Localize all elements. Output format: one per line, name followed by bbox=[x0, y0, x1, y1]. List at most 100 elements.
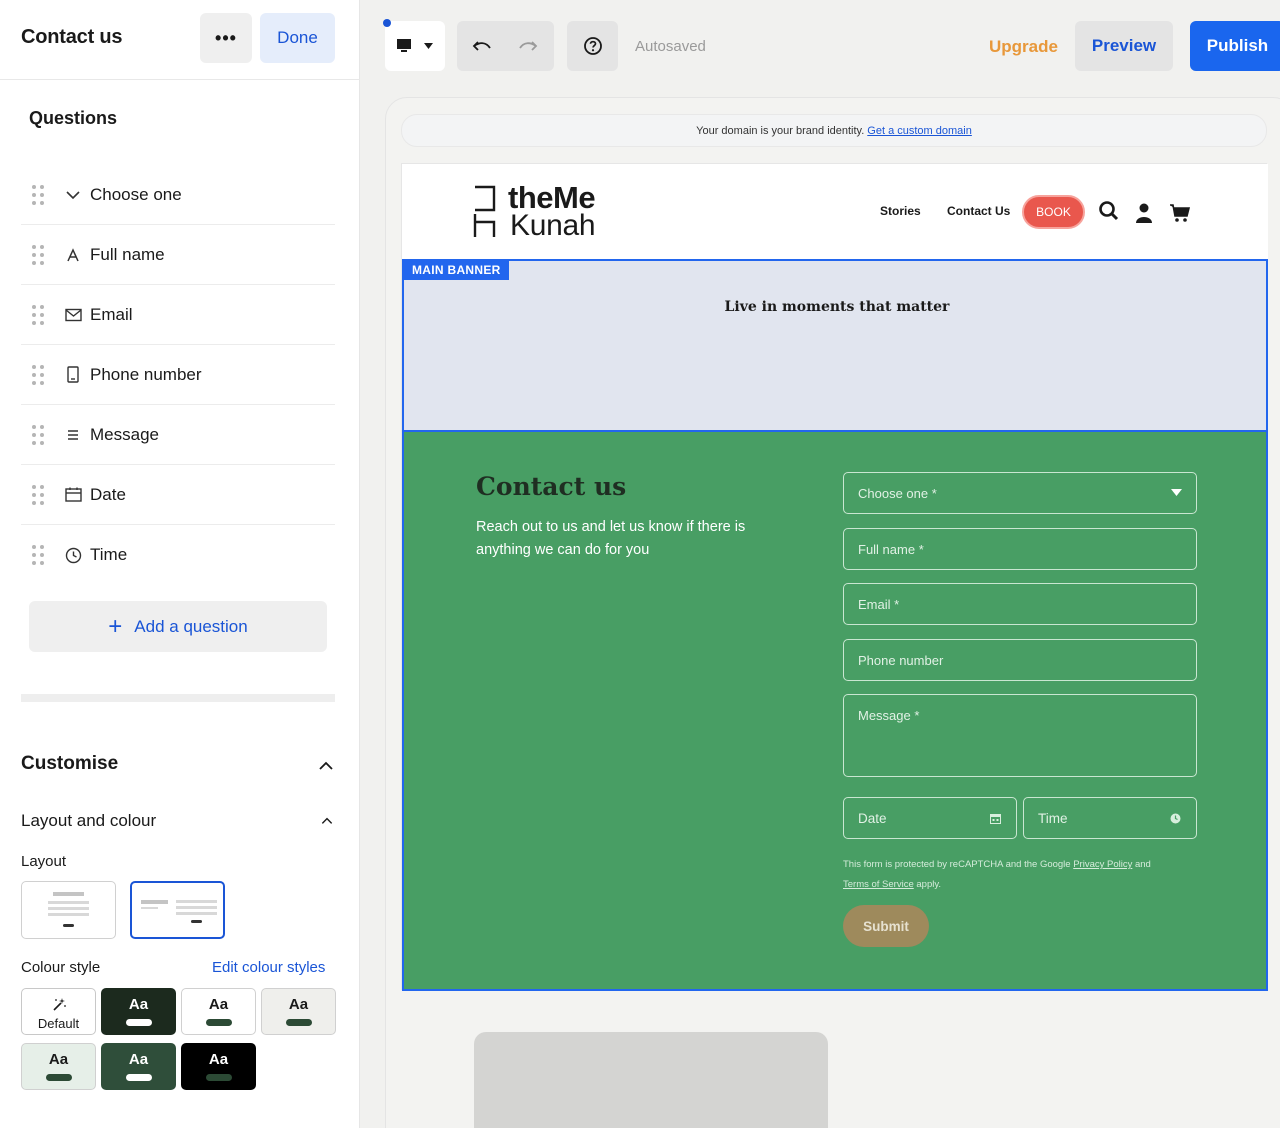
add-question-button[interactable]: + Add a question bbox=[29, 601, 327, 652]
sidebar-header: Contact us ••• Done bbox=[0, 0, 360, 80]
layout-option-stacked[interactable] bbox=[21, 881, 116, 939]
device-selector[interactable] bbox=[385, 21, 445, 71]
swatch-aa-text: Aa bbox=[208, 996, 229, 1013]
site-preview: theMe Kunah Stories Contact Us BOOK MAIN… bbox=[401, 163, 1268, 991]
colour-style-label: Colour style bbox=[21, 959, 101, 976]
drag-handle-icon[interactable] bbox=[32, 244, 44, 265]
choose-one-select[interactable]: Choose one * bbox=[843, 472, 1197, 514]
colour-style-swatch[interactable]: Aa bbox=[21, 1043, 96, 1090]
swatch-aa-text: Aa bbox=[128, 1051, 149, 1068]
email-field[interactable]: Email * bbox=[843, 583, 1197, 625]
question-item-phone[interactable]: Phone number bbox=[21, 345, 335, 405]
swatch-aa-text: Aa bbox=[208, 1051, 229, 1068]
chevron-up-icon[interactable] bbox=[320, 814, 334, 828]
swatch-pill bbox=[125, 1019, 152, 1026]
edit-colour-styles-link[interactable]: Edit colour styles bbox=[212, 959, 325, 976]
question-item-date[interactable]: Date bbox=[21, 465, 335, 525]
questions-list: Choose one Full name Email Phone number … bbox=[21, 165, 335, 585]
choose-one-placeholder: Choose one * bbox=[858, 486, 937, 501]
calendar-icon bbox=[990, 814, 1001, 824]
question-label: Choose one bbox=[90, 184, 182, 204]
undo-icon[interactable] bbox=[472, 38, 492, 54]
redo-icon[interactable] bbox=[518, 38, 538, 54]
colour-style-default[interactable]: Default bbox=[21, 988, 96, 1035]
banner-heading: Live in moments that matter bbox=[724, 299, 950, 315]
upgrade-button[interactable]: Upgrade bbox=[989, 37, 1058, 57]
nav-link-contact[interactable]: Contact Us bbox=[947, 204, 1010, 218]
autosaved-status: Autosaved bbox=[635, 38, 706, 55]
drag-handle-icon[interactable] bbox=[32, 184, 44, 205]
full-name-field[interactable]: Full name * bbox=[843, 528, 1197, 570]
book-button[interactable]: BOOK bbox=[1022, 195, 1085, 229]
phone-placeholder: Phone number bbox=[858, 653, 944, 668]
question-circle-icon bbox=[583, 37, 602, 55]
question-item-full-name[interactable]: Full name bbox=[21, 225, 335, 285]
swatch-pill bbox=[205, 1019, 232, 1026]
colour-style-swatch[interactable]: Aa bbox=[261, 988, 336, 1035]
more-options-button[interactable]: ••• bbox=[200, 13, 252, 63]
drag-handle-icon[interactable] bbox=[32, 484, 44, 505]
swatch-pill bbox=[205, 1074, 232, 1081]
swatch-pill bbox=[125, 1074, 152, 1081]
clock-icon bbox=[1170, 813, 1181, 824]
layout-label: Layout bbox=[21, 853, 67, 870]
desktop-icon bbox=[397, 39, 433, 52]
question-item-choose-one[interactable]: Choose one bbox=[21, 165, 335, 225]
questions-heading: Questions bbox=[29, 108, 118, 128]
preview-button[interactable]: Preview bbox=[1075, 21, 1173, 71]
colour-style-swatch[interactable]: Aa bbox=[101, 988, 176, 1035]
domain-banner: Your domain is your brand identity. Get … bbox=[401, 114, 1267, 147]
swatch-aa-text: Aa bbox=[48, 1051, 69, 1068]
full-name-placeholder: Full name * bbox=[858, 542, 924, 557]
drag-handle-icon[interactable] bbox=[32, 364, 44, 385]
colour-style-swatch[interactable]: Aa bbox=[181, 1043, 256, 1090]
domain-text: Your domain is your brand identity. bbox=[696, 124, 865, 137]
magic-wand-icon bbox=[52, 998, 66, 1011]
question-label: Time bbox=[90, 545, 128, 564]
terms-link[interactable]: Terms of Service bbox=[843, 879, 914, 890]
custom-domain-link[interactable]: Get a custom domain bbox=[867, 125, 972, 137]
contact-section[interactable]: Contact us Reach out to us and let us kn… bbox=[402, 432, 1268, 991]
undo-redo-group bbox=[457, 21, 554, 71]
date-field[interactable]: Date bbox=[843, 797, 1017, 839]
layout-side-icon bbox=[141, 900, 217, 923]
drag-handle-icon[interactable] bbox=[32, 545, 44, 565]
question-item-time[interactable]: Time bbox=[21, 525, 335, 585]
colour-style-swatch[interactable]: Aa bbox=[101, 1043, 176, 1090]
swatch-aa-text: Aa bbox=[288, 996, 309, 1013]
chevron-up-icon[interactable] bbox=[317, 757, 335, 775]
sidebar-title: Contact us bbox=[21, 26, 123, 48]
question-label: Full name bbox=[90, 244, 165, 264]
date-placeholder: Date bbox=[858, 811, 887, 826]
drag-handle-icon[interactable] bbox=[32, 424, 44, 445]
time-field[interactable]: Time bbox=[1023, 797, 1197, 839]
contact-description: Reach out to us and let us know if there… bbox=[476, 519, 746, 558]
search-icon[interactable] bbox=[1098, 200, 1120, 222]
text-a-icon bbox=[63, 245, 83, 265]
plus-icon: + bbox=[108, 612, 123, 640]
main-banner-section[interactable]: MAIN BANNER Live in moments that matter bbox=[402, 259, 1268, 432]
privacy-policy-link[interactable]: Privacy Policy bbox=[1073, 859, 1132, 870]
drag-handle-icon[interactable] bbox=[32, 304, 44, 325]
layout-option-side-by-side[interactable] bbox=[130, 881, 225, 939]
recaptcha-text: This form is protected by reCAPTCHA and … bbox=[843, 859, 1074, 870]
editor-toolbar: Autosaved Upgrade Preview Publish bbox=[360, 0, 1280, 94]
question-item-email[interactable]: Email bbox=[21, 285, 335, 345]
colour-style-swatch[interactable]: Aa bbox=[181, 988, 256, 1035]
contact-heading: Contact us bbox=[476, 472, 627, 501]
layout-stacked-icon bbox=[48, 892, 89, 927]
cart-icon[interactable] bbox=[1169, 202, 1191, 224]
message-field[interactable]: Message * bbox=[843, 694, 1197, 777]
question-item-message[interactable]: Message bbox=[21, 405, 335, 465]
recaptcha-and: and bbox=[1132, 859, 1151, 870]
nav-link-stories[interactable]: Stories bbox=[880, 204, 921, 218]
user-icon[interactable] bbox=[1133, 202, 1155, 224]
email-placeholder: Email * bbox=[858, 597, 900, 612]
help-button[interactable] bbox=[567, 21, 618, 71]
done-button[interactable]: Done bbox=[260, 13, 335, 63]
publish-button[interactable]: Publish bbox=[1190, 21, 1280, 71]
phone-field[interactable]: Phone number bbox=[843, 639, 1197, 681]
submit-button[interactable]: Submit bbox=[843, 905, 929, 947]
question-label: Phone number bbox=[90, 364, 202, 384]
calendar-icon bbox=[63, 485, 83, 505]
